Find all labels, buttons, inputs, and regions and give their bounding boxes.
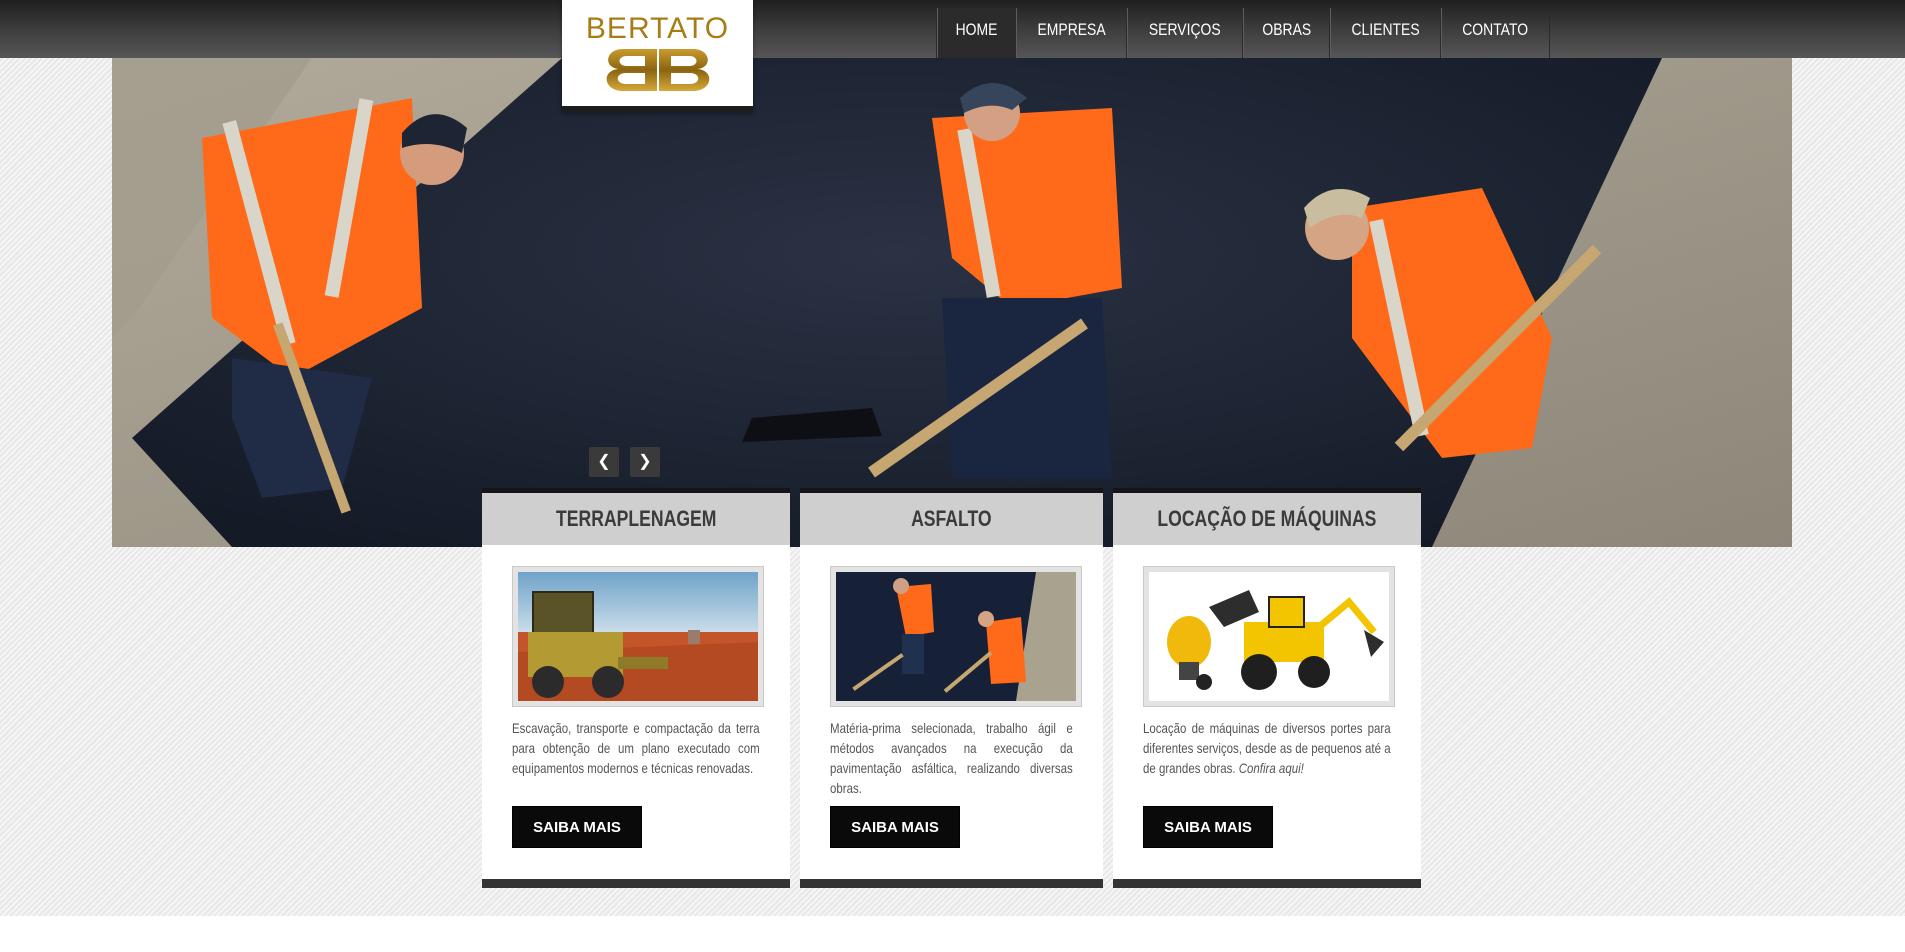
service-card-locacao: LOCAÇÃO DE MÁQUINAS Locação de máquinas … (1113, 488, 1421, 888)
machines-photo (1149, 572, 1389, 701)
logo-wordmark: BERTATO (585, 12, 730, 45)
service-card-terraplenagem: TERRAPLENAGEM Escavação, transporte e co… (482, 488, 790, 888)
card-header: LOCAÇÃO DE MÁQUINAS (1113, 493, 1421, 545)
nav-item-empresa[interactable]: EMPRESA (1016, 8, 1128, 58)
slider-prev-button[interactable]: ❮ (589, 447, 619, 477)
saiba-mais-button[interactable]: SAIBA MAIS (512, 806, 642, 848)
site-logo[interactable]: BERTATO (562, 0, 753, 112)
card-title: TERRAPLENAGEM (555, 506, 717, 531)
saiba-mais-button[interactable]: SAIBA MAIS (830, 806, 960, 848)
card-header: ASFALTO (800, 493, 1103, 545)
card-title: LOCAÇÃO DE MÁQUINAS (1157, 506, 1377, 531)
card-title: ASFALTO (911, 506, 992, 531)
saiba-mais-button[interactable]: SAIBA MAIS (1143, 806, 1273, 848)
card-header: TERRAPLENAGEM (482, 493, 790, 545)
card-image[interactable] (830, 566, 1082, 707)
slider-next-button[interactable]: ❯ (630, 447, 660, 477)
card-description: Matéria-prima selecionada, trabalho ágil… (830, 720, 1073, 796)
bulldozer-photo (518, 572, 758, 701)
card-image[interactable] (512, 566, 764, 707)
asphalt-workers-photo (836, 572, 1076, 701)
nav-item-contato[interactable]: CONTATO (1441, 8, 1550, 58)
card-image[interactable] (1143, 566, 1395, 707)
service-card-asfalto: ASFALTO Matéria-prima selecionada, traba… (800, 488, 1103, 888)
main-nav: HOME EMPRESA SERVIÇOS OBRAS CLIENTES CON… (936, 8, 1550, 58)
nav-item-obras[interactable]: OBRAS (1242, 8, 1331, 58)
nav-item-servicos[interactable]: SERVIÇOS (1127, 8, 1243, 58)
chevron-left-icon: ❮ (597, 453, 611, 470)
bb-monogram-icon (606, 49, 709, 91)
card-description: Escavação, transporte e compactação da t… (512, 720, 760, 776)
nav-item-home[interactable]: HOME (937, 8, 1016, 58)
chevron-right-icon: ❯ (638, 453, 652, 470)
hero-slider (112, 58, 1792, 547)
card-description: Locação de máquinas de diversos portes p… (1143, 720, 1391, 776)
site-header: HOME EMPRESA SERVIÇOS OBRAS CLIENTES CON… (0, 0, 1905, 58)
nav-item-clientes[interactable]: CLIENTES (1330, 8, 1442, 58)
confira-link[interactable]: Confira aqui! (1239, 760, 1304, 776)
hero-image (112, 58, 1792, 547)
